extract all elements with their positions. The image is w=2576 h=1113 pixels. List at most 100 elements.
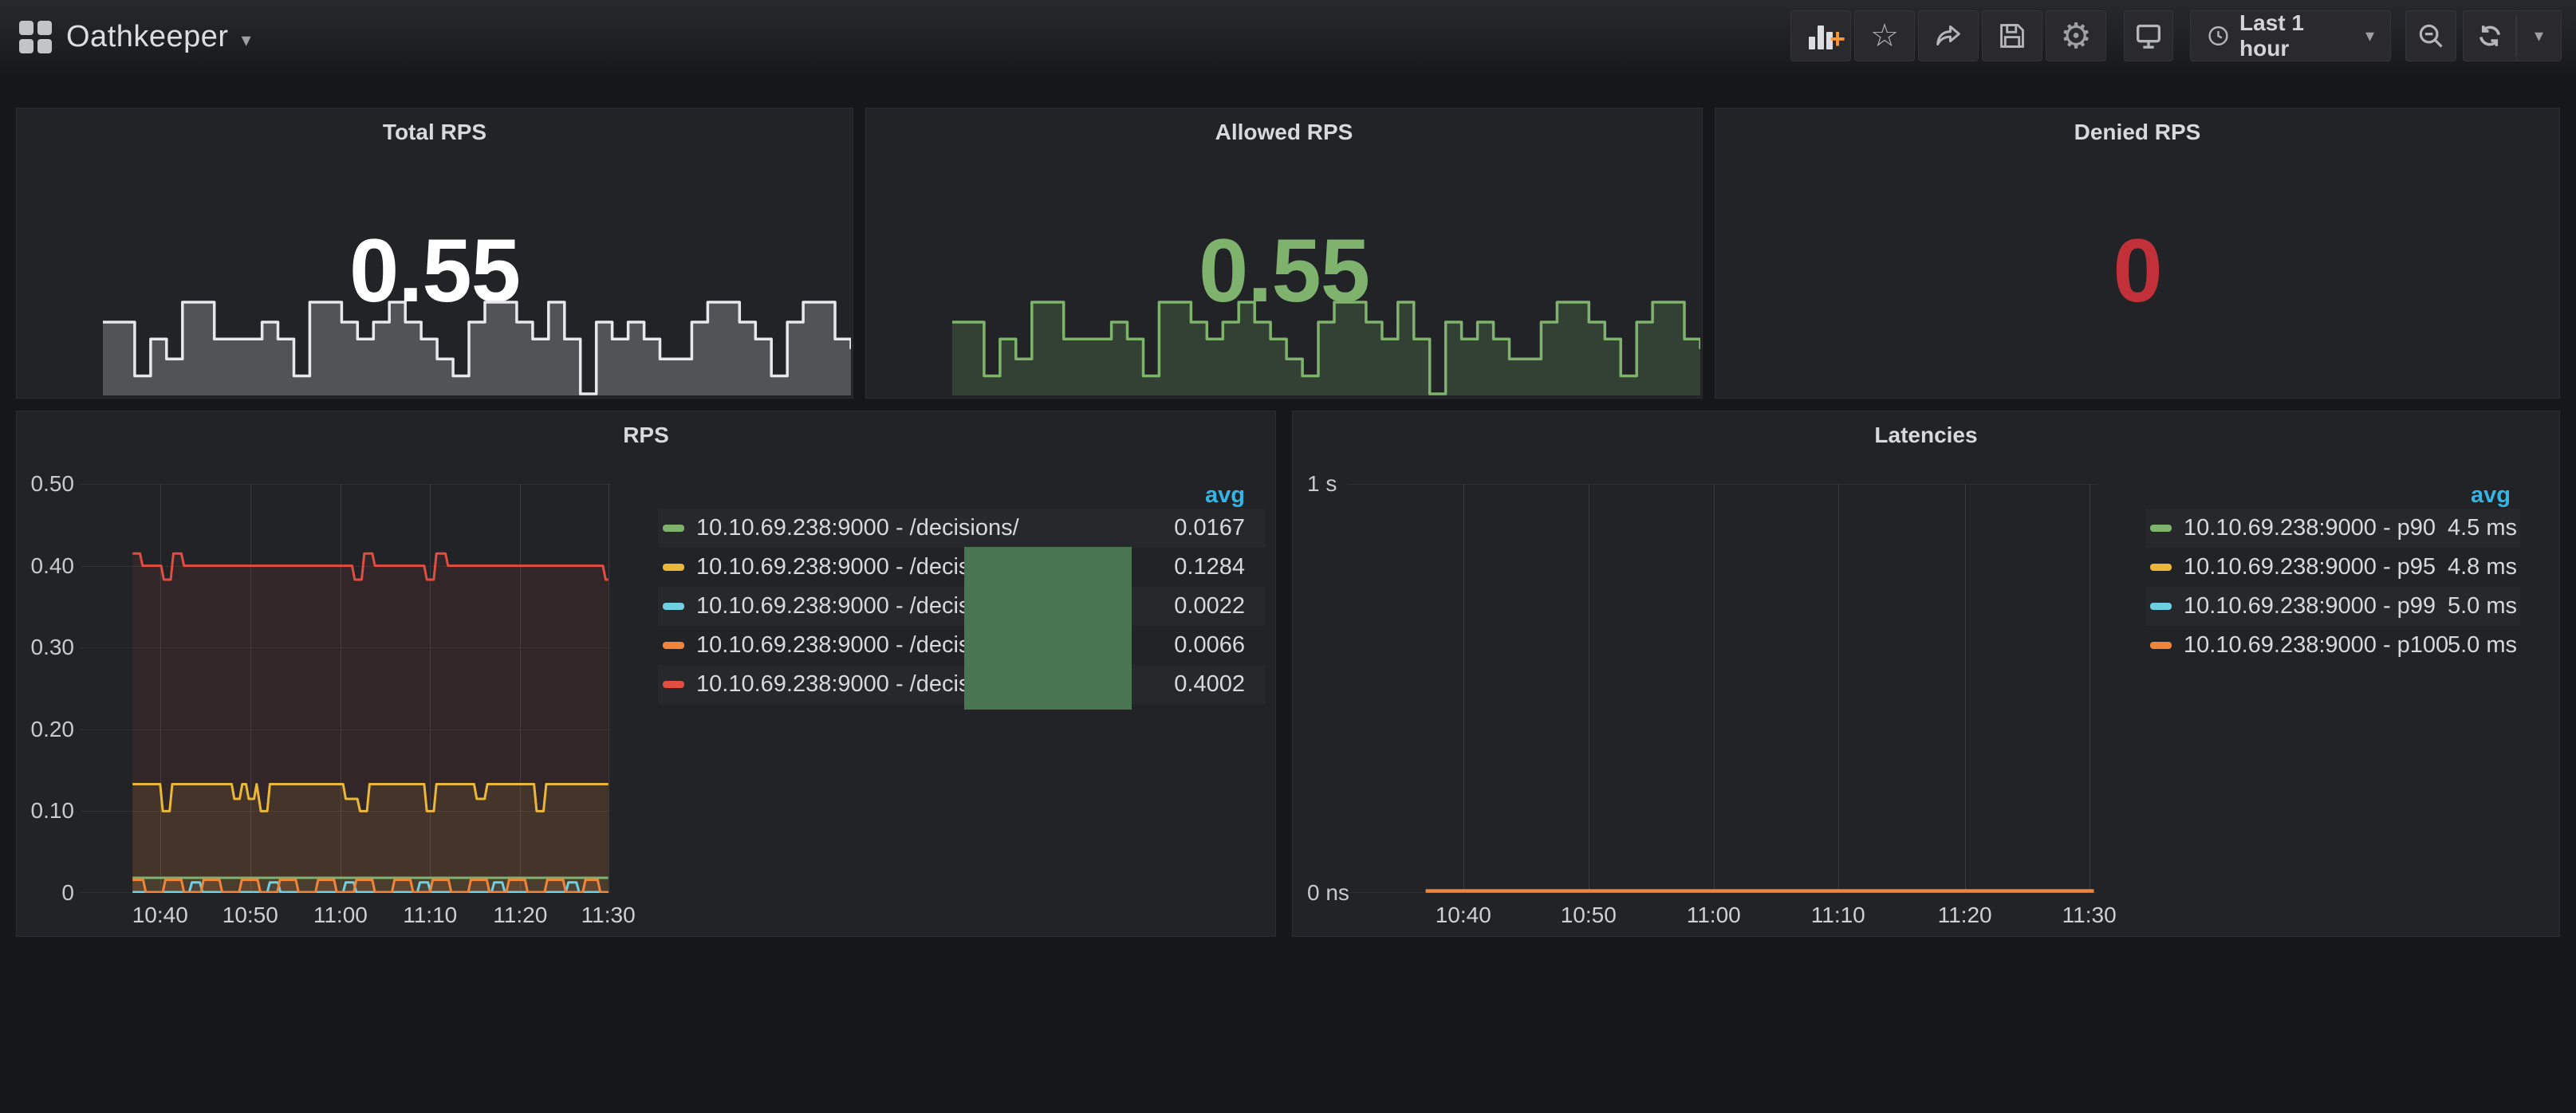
x-tick-label: 11:20 [493,903,547,928]
y-tick-label: 0.20 [25,718,74,741]
plot-area[interactable] [1348,484,2097,893]
latencies-legend: avg 10.10.69.238:9000 - p904.5 ms10.10.6… [2145,482,2520,665]
dashboard-title-caret-icon[interactable]: ▾ [242,22,251,52]
x-tick-label: 11:00 [1687,903,1741,928]
x-tick-label: 10:50 [1561,903,1617,928]
x-tick-label: 10:40 [132,903,188,928]
x-tick-label: 11:10 [403,903,457,928]
legend-row[interactable]: 10.10.69.238:9000 - /decisions/0.0167 [658,509,1266,548]
x-axis: 10:4010:5011:0011:1011:2011:30 [81,903,611,930]
series-color-swatch [2150,525,2172,532]
cycle-view-button[interactable] [2124,10,2173,61]
x-tick-label: 10:50 [223,903,278,928]
dashboard-grid-icon[interactable] [19,21,52,53]
gear-icon: ⚙ [2060,16,2091,57]
series-avg-value: 5.0 ms [2448,632,2517,659]
refresh-icon [2476,22,2504,50]
plot-area[interactable] [81,484,611,893]
rps-chart-panel: RPS 0.50 0.40 0.30 0.20 0.10 0 10:40 10:50 11:0… [16,411,1276,937]
zoom-out-icon [2416,21,2446,51]
series-avg-value: 0.1284 [1174,554,1245,580]
y-tick-label: 0.40 [25,554,74,578]
series-name[interactable]: 10.10.69.238:9000 - p99 [2184,593,2448,619]
monitor-icon [2133,20,2164,52]
stat-sparkline [952,291,1700,395]
x-tick-label: 11:10 [1811,903,1865,928]
legend-row[interactable]: 10.10.69.238:9000 - /decisions/0.1284 [658,548,1266,587]
series-avg-value: 4.8 ms [2448,554,2517,580]
series-color-swatch [663,642,684,649]
series-color-swatch [663,564,684,571]
rps-legend: avg 10.10.69.238:9000 - /decisions/0.016… [658,482,1266,704]
series-avg-value: 5.0 ms [2448,593,2517,619]
stat-panel-total-rps: Total RPS 0.55 [16,108,853,399]
refresh-interval-caret-icon: ▾ [2535,26,2543,46]
latencies-series [1348,484,2097,893]
legend-row[interactable]: 10.10.69.238:9000 - /decisions/0.0066 [658,626,1266,665]
time-range-button[interactable]: Last 1 hour ▾ [2190,10,2391,61]
rps-series [81,484,611,893]
stat-value: 0 [1715,226,2559,316]
series-name[interactable]: 10.10.69.238:9000 - p100 [2184,632,2448,659]
legend-row[interactable]: 10.10.69.238:9000 - p904.5 ms [2145,509,2520,548]
zoom-out-button[interactable] [2405,10,2456,61]
x-tick-label: 11:20 [1938,903,1992,928]
refresh-button[interactable] [2463,10,2517,61]
add-panel-button[interactable]: + [1790,10,1851,61]
clock-icon [2207,24,2230,48]
series-avg-value: 0.0167 [1174,515,1245,541]
save-button[interactable] [1982,10,2042,61]
x-axis: 10:4010:5011:0011:1011:2011:30 [1348,903,2097,930]
navbar: Oathkeeper ▾ + ☆ ⚙ Last 1 hour ▾ [0,0,2576,73]
legend-row[interactable]: 10.10.69.238:9000 - p1005.0 ms [2145,626,2520,665]
panel-title[interactable]: Allowed RPS [866,120,1702,145]
time-range-caret-icon: ▾ [2365,26,2374,46]
refresh-interval-button[interactable]: ▾ [2517,10,2562,61]
star-button[interactable]: ☆ [1854,10,1915,61]
series-color-swatch [663,603,684,610]
legend-avg-header[interactable]: avg [2145,482,2520,509]
legend-avg-header[interactable]: avg [658,482,1266,509]
grafana-dashboard: Oathkeeper ▾ + ☆ ⚙ Last 1 hour ▾ [0,0,2576,1113]
panel-title[interactable]: Latencies [1293,423,2559,448]
time-range-label: Last 1 hour [2239,10,2356,61]
star-icon: ☆ [1870,18,1899,54]
series-name[interactable]: 10.10.69.238:9000 - p95 [2184,554,2448,580]
panel-title[interactable]: RPS [17,423,1275,448]
dashboard-title[interactable]: Oathkeeper [66,20,229,54]
y-tick-label: 0 [25,881,74,905]
stat-panel-allowed-rps: Allowed RPS 0.55 [865,108,1703,399]
series-color-swatch [663,681,684,688]
legend-row[interactable]: 10.10.69.238:9000 - /decisions/0.0022 [658,587,1266,626]
series-color-swatch [663,525,684,532]
save-icon [1997,21,2027,51]
x-tick-label: 11:30 [581,903,636,928]
series-avg-value: 4.5 ms [2448,515,2517,541]
add-panel-icon: + [1809,22,1833,49]
legend-row[interactable]: 10.10.69.238:9000 - p995.0 ms [2145,587,2520,626]
green-overlay-rectangle [964,547,1132,710]
share-button[interactable] [1918,10,1979,61]
settings-button[interactable]: ⚙ [2046,10,2106,61]
series-avg-value: 0.0022 [1174,593,1245,619]
series-avg-value: 0.0066 [1174,632,1245,659]
series-name[interactable]: 10.10.69.238:9000 - /decisions/ [696,515,1174,541]
stat-panel-denied-rps: Denied RPS 0 [1715,108,2560,399]
y-tick-label: 0.30 [25,635,74,659]
panel-title[interactable]: Denied RPS [1715,120,2559,145]
series-color-swatch [2150,603,2172,610]
series-name[interactable]: 10.10.69.238:9000 - p90 [2184,515,2448,541]
series-color-swatch [2150,564,2172,571]
x-tick-label: 11:00 [313,903,368,928]
legend-row[interactable]: 10.10.69.238:9000 - /decisions/0.4002 [658,665,1266,704]
y-axis: 0.500.400.300.200.100 [25,484,74,893]
legend-row[interactable]: 10.10.69.238:9000 - p954.8 ms [2145,548,2520,587]
x-tick-label: 11:30 [2062,903,2117,928]
y-tick-label: 0.10 [25,799,74,823]
series-color-swatch [2150,642,2172,649]
panel-title[interactable]: Total RPS [17,120,853,145]
stat-sparkline [103,291,851,395]
y-tick-label: 0.50 [25,472,74,496]
series-avg-value: 0.4002 [1174,671,1245,698]
share-icon [1932,20,1964,52]
